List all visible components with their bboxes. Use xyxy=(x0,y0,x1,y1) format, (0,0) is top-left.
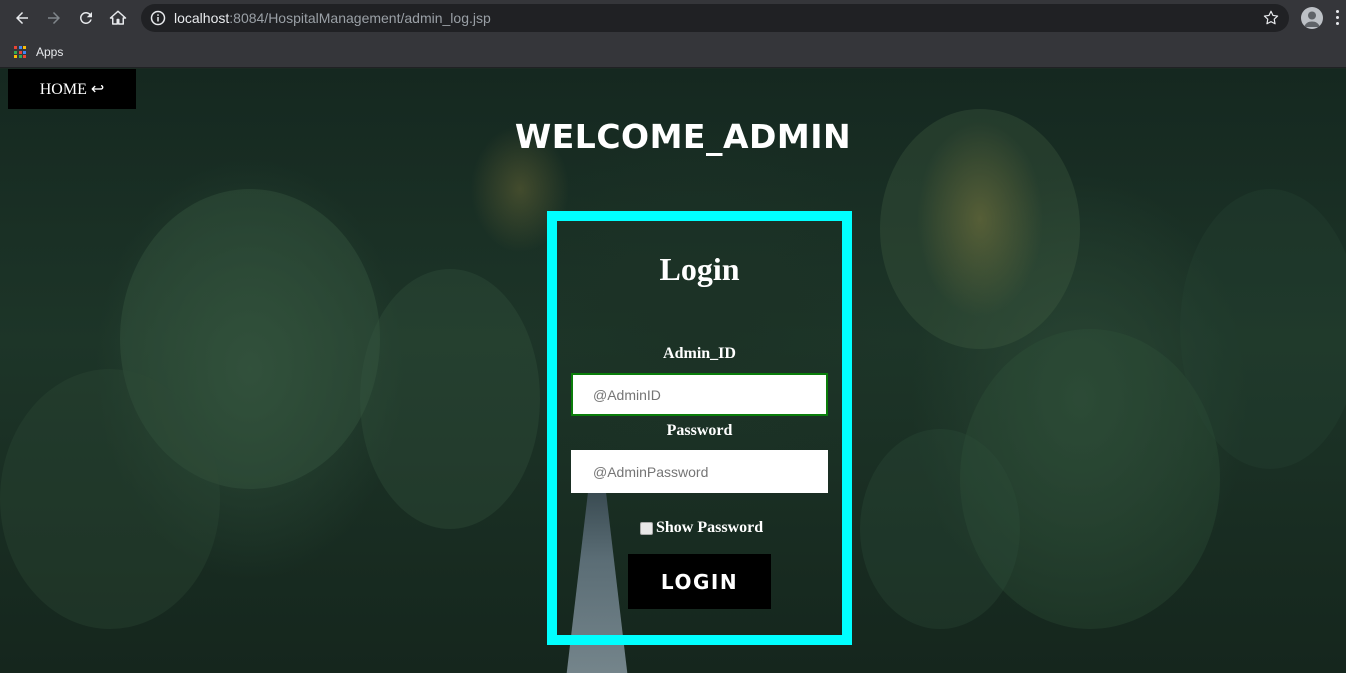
bookmark-star-icon[interactable] xyxy=(1262,9,1280,27)
apps-shortcut[interactable]: Apps xyxy=(14,42,63,62)
admin-id-label: Admin_ID xyxy=(663,345,736,362)
apps-grid-icon xyxy=(14,46,26,58)
show-password-checkbox[interactable] xyxy=(640,521,653,535)
url-path: :8084/HospitalManagement/admin_log.jsp xyxy=(229,10,491,26)
page-viewport: HOME ↩ WELCOME_ADMIN Login Admin_ID Pass… xyxy=(0,69,1346,673)
home-icon[interactable] xyxy=(106,6,130,30)
profile-avatar-icon[interactable] xyxy=(1301,7,1323,29)
login-button[interactable]: LOGIN xyxy=(628,554,771,609)
login-panel: Login Admin_ID Password Show Password LO… xyxy=(547,211,852,645)
url-host: localhost xyxy=(174,10,230,26)
show-password-label: Show Password xyxy=(656,519,764,536)
page-title: WELCOME_ADMIN xyxy=(514,117,852,156)
url-text[interactable]: localhost:8084/HospitalManagement/admin_… xyxy=(174,10,491,26)
home-button[interactable]: HOME ↩ xyxy=(8,69,136,109)
menu-kebab-icon[interactable] xyxy=(1336,10,1340,26)
login-heading: Login xyxy=(659,251,740,287)
apps-label: Apps xyxy=(36,45,64,59)
browser-toolbar: localhost:8084/HospitalManagement/admin_… xyxy=(0,0,1346,37)
show-password-toggle[interactable]: Show Password xyxy=(640,519,763,537)
password-input[interactable] xyxy=(571,450,828,493)
info-icon[interactable] xyxy=(150,10,166,26)
password-label: Password xyxy=(666,422,733,439)
address-bar[interactable]: localhost:8084/HospitalManagement/admin_… xyxy=(141,4,1289,32)
bookmarks-bar: Apps xyxy=(0,37,1346,68)
back-arrow-icon[interactable] xyxy=(10,6,34,30)
admin-id-input[interactable] xyxy=(571,373,828,416)
forward-arrow-icon[interactable] xyxy=(42,6,66,30)
reload-icon[interactable] xyxy=(74,6,98,30)
